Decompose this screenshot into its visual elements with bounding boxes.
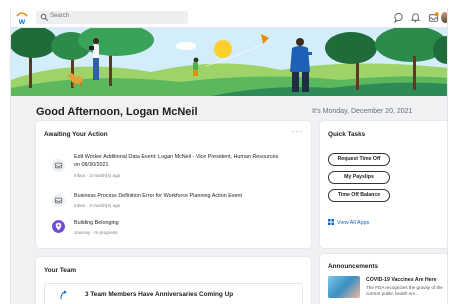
- my-payslips-button[interactable]: My Payslips: [328, 171, 390, 184]
- quick-tasks-card: Quick Tasks Request Time Off My Payslips…: [320, 121, 447, 248]
- task-subtitle: Inbox · 3 month(s) ago: [74, 203, 121, 208]
- task-subtitle: Journey · In progress: [74, 230, 118, 235]
- workday-logo-icon[interactable]: w: [15, 11, 29, 25]
- task-title: Business Process Definition Error for Wo…: [74, 193, 242, 199]
- greeting-heading: Good Afternoon, Logan McNeil: [36, 106, 198, 118]
- quick-tasks-title: Quick Tasks: [328, 131, 366, 138]
- chat-icon[interactable]: [393, 12, 404, 23]
- announcement-thumbnail[interactable]: [328, 276, 360, 298]
- bell-icon[interactable]: [410, 12, 421, 23]
- svg-text:w: w: [18, 17, 26, 25]
- view-all-apps-link[interactable]: View All Apps: [328, 219, 369, 226]
- task-subtitle: Inbox · 3 month(s) ago: [74, 173, 121, 178]
- announcements-card: Announcements COVID-19 Vaccines Are Here…: [320, 254, 447, 304]
- journey-pin-icon: [52, 220, 65, 233]
- your-team-title: Your Team: [44, 267, 77, 274]
- task-item[interactable]: Business Process Definition Error for Wo…: [44, 192, 299, 214]
- announcement-title[interactable]: COVID-19 Vaccines Are Here: [366, 277, 436, 283]
- search-input[interactable]: Search: [36, 11, 188, 24]
- awaiting-title: Awaiting Your Action: [44, 131, 108, 138]
- search-placeholder: Search: [50, 13, 70, 19]
- view-all-apps-label: View All Apps: [337, 220, 370, 226]
- hero-banner: [11, 28, 447, 96]
- more-options-icon[interactable]: ···: [292, 127, 303, 136]
- task-title: Edit Worker Additional Data Event: Logan…: [74, 154, 279, 168]
- anniversary-icon: [60, 290, 67, 300]
- time-off-balance-button[interactable]: Time Off Balance: [328, 189, 390, 202]
- announcements-title: Announcements: [328, 263, 379, 270]
- park-illustration: [11, 28, 447, 96]
- anniversary-item[interactable]: 3 Team Members Have Anniversaries Coming…: [44, 283, 303, 304]
- app-frame: w Search Good Afternoon, Logan McNeil It…: [10, 8, 448, 304]
- your-team-card: Your Team 3 Team Members Have Anniversar…: [36, 257, 311, 304]
- task-item[interactable]: Edit Worker Additional Data Event: Logan…: [44, 153, 299, 181]
- inbox-task-icon: [52, 159, 65, 172]
- top-bar: w Search: [11, 8, 447, 28]
- date-text: It's Monday, December 20, 2021: [312, 108, 413, 115]
- anniversary-text: 3 Team Members Have Anniversaries Coming…: [85, 291, 234, 298]
- user-avatar[interactable]: [441, 12, 447, 23]
- task-title: Building Belonging: [74, 220, 119, 226]
- task-item[interactable]: Building Belonging Journey · In progress: [44, 219, 299, 241]
- request-time-off-button[interactable]: Request Time Off: [328, 153, 390, 166]
- announcement-body: The FDA recognizes the gravity of the cu…: [366, 285, 443, 296]
- grid-icon: [328, 219, 334, 225]
- awaiting-action-card: Awaiting Your Action ··· Edit Worker Add…: [36, 121, 311, 248]
- inbox-task-icon: [52, 194, 65, 207]
- inbox-icon[interactable]: [428, 12, 439, 23]
- search-icon: [40, 13, 49, 22]
